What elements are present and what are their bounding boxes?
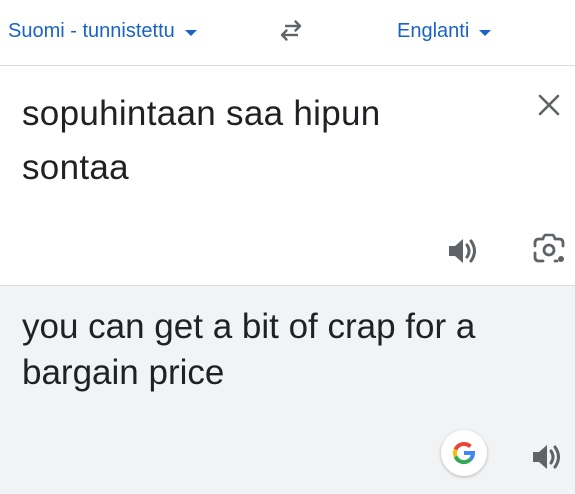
target-language-label: Englanti: [397, 20, 470, 42]
camera-translate-button[interactable]: [531, 232, 567, 268]
google-button[interactable]: [441, 430, 487, 476]
speaker-icon: [533, 445, 560, 469]
source-panel: sopuhintaan saa hipun sontaa: [0, 67, 575, 285]
close-icon: [538, 94, 560, 116]
target-language-selector[interactable]: Englanti: [397, 20, 492, 43]
source-listen-button[interactable]: [446, 235, 482, 267]
clear-button[interactable]: [533, 89, 565, 121]
source-language-selector[interactable]: Suomi - tunnistettu: [8, 20, 197, 43]
result-panel: you can get a bit of crap for a bargain …: [0, 285, 575, 494]
swap-languages-button[interactable]: [274, 14, 308, 48]
language-bar: Suomi - tunnistettu Englanti: [0, 0, 575, 66]
google-g-icon: [452, 442, 475, 465]
translation-result-text: you can get a bit of crap for a bargain …: [22, 307, 476, 392]
source-language-label: Suomi - tunnistettu: [8, 20, 175, 42]
swap-languages-icon: [280, 20, 302, 41]
chevron-down-icon: [479, 30, 492, 36]
result-listen-button[interactable]: [530, 441, 566, 473]
speaker-icon: [449, 239, 476, 263]
chevron-down-icon: [184, 30, 197, 36]
camera-lens-icon: [533, 233, 565, 263]
source-text-input[interactable]: sopuhintaan saa hipun sontaa: [22, 87, 492, 195]
